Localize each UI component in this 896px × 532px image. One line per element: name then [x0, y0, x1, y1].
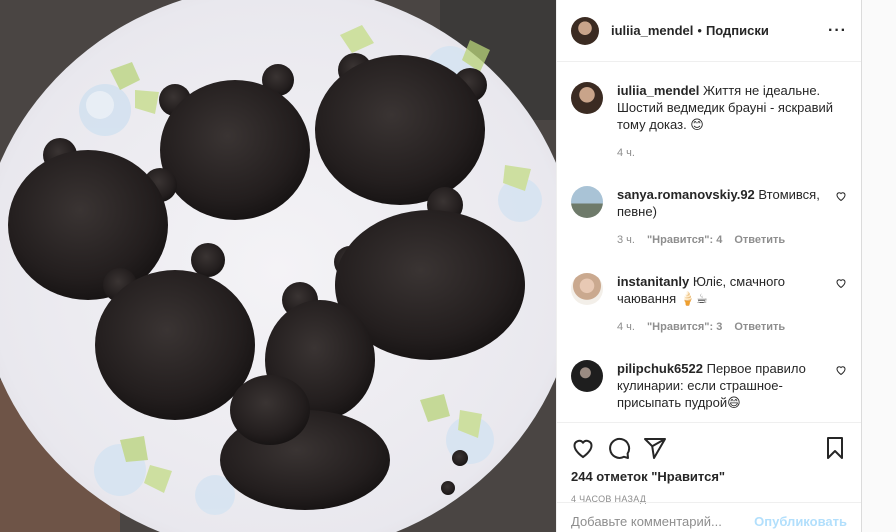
comment-likes[interactable]: "Нравится": 3	[647, 319, 722, 336]
author-avatar[interactable]	[571, 16, 599, 45]
caption-avatar[interactable]	[571, 82, 603, 114]
likes-count[interactable]: 244 отметок "Нравится"	[571, 469, 847, 484]
comment-username[interactable]: pilipchuk6522	[617, 361, 703, 376]
publish-button[interactable]: Опубликовать	[754, 514, 847, 529]
comment-time: 4 ч.	[617, 321, 635, 333]
comment-item: sanya.romanovskiy.92 Втомився, певне) 3 …	[571, 186, 847, 249]
comment-username[interactable]: sanya.romanovskiy.92	[617, 187, 755, 202]
reply-button[interactable]: Ответить	[734, 232, 785, 249]
heart-icon[interactable]	[835, 277, 847, 289]
following-button[interactable]: Подписки	[706, 23, 769, 38]
header-separator: •	[697, 23, 702, 38]
comment-username[interactable]: instanitanly	[617, 274, 689, 289]
post-header: iuliia_mendel • Подписки ···	[557, 0, 861, 62]
reply-button[interactable]: Ответить	[734, 319, 785, 336]
comment-icon[interactable]	[607, 436, 631, 460]
right-gutter	[862, 0, 896, 532]
comment-item: pilipchuk6522 Первое правило кулинарии: …	[571, 360, 847, 411]
add-comment-bar: Опубликовать	[557, 502, 861, 532]
bookmark-icon[interactable]	[823, 436, 847, 460]
more-options-icon[interactable]: ···	[828, 22, 847, 40]
commenter-avatar[interactable]	[571, 273, 603, 305]
share-icon[interactable]	[643, 436, 667, 460]
heart-icon[interactable]	[571, 436, 595, 460]
post-side-panel: iuliia_mendel • Подписки ··· iuliia_mend…	[556, 0, 862, 532]
caption-username[interactable]: iuliia_mendel	[617, 83, 699, 98]
commenter-avatar[interactable]	[571, 186, 603, 218]
brownie-bears-photo	[0, 0, 556, 532]
comment-item: instanitanly Юліє, смачного чаювання 🍦☕ …	[571, 273, 847, 336]
post-actions: 244 отметок "Нравится" 4 часов назад Опу…	[557, 422, 861, 532]
comments-list: iuliia_mendel Життя не ідеальне. Шостий …	[557, 62, 861, 422]
author-username[interactable]: iuliia_mendel	[611, 23, 693, 38]
post-photo[interactable]	[0, 0, 556, 532]
heart-icon[interactable]	[835, 190, 847, 202]
comment-likes[interactable]: "Нравится": 4	[647, 232, 722, 249]
commenter-avatar[interactable]	[571, 360, 603, 392]
comment-input[interactable]	[571, 514, 755, 529]
comment-time: 3 ч.	[617, 234, 635, 246]
caption: iuliia_mendel Життя не ідеальне. Шостий …	[571, 82, 847, 162]
heart-icon[interactable]	[835, 364, 847, 376]
instagram-post: iuliia_mendel • Подписки ··· iuliia_mend…	[0, 0, 896, 532]
caption-time: 4 ч.	[617, 147, 635, 159]
